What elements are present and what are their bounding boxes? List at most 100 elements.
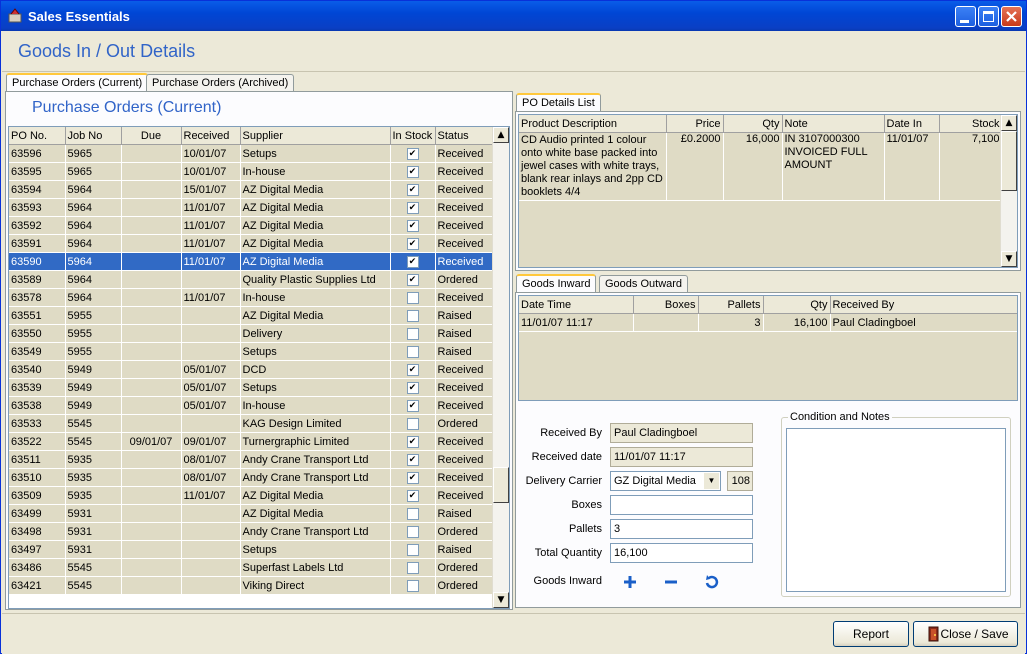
scroll-down-icon[interactable]: ▼	[1001, 251, 1017, 267]
in-stock-cell[interactable]	[390, 306, 436, 325]
table-row[interactable]: 63551 5955 AZ Digital Media Raised	[9, 306, 495, 325]
table-row[interactable]: 63550 5955 Delivery Raised	[9, 324, 495, 343]
report-button[interactable]: Report	[833, 621, 909, 647]
scroll-down-icon[interactable]: ▼	[493, 592, 509, 608]
col-header-boxes[interactable]: Boxes	[633, 296, 699, 314]
in-stock-checkbox[interactable]: ✔	[406, 453, 419, 466]
in-stock-cell[interactable]: ✔	[390, 180, 436, 199]
in-stock-checkbox[interactable]	[406, 561, 419, 574]
scroll-up-icon[interactable]: ▲	[1001, 115, 1017, 131]
in-stock-checkbox[interactable]: ✔	[406, 219, 419, 232]
tab-goods-inward[interactable]: Goods Inward	[516, 274, 597, 293]
in-stock-cell[interactable]	[390, 324, 436, 343]
tab-goods-outward[interactable]: Goods Outward	[599, 275, 689, 293]
table-row[interactable]: 63509 5935 11/01/07 AZ Digital Media ✔ Receiv…	[9, 486, 495, 505]
in-stock-checkbox[interactable]	[406, 345, 419, 358]
in-stock-cell[interactable]: ✔	[390, 486, 436, 505]
in-stock-checkbox[interactable]: ✔	[406, 471, 419, 484]
in-stock-checkbox[interactable]: ✔	[406, 363, 419, 376]
col-header-date-in[interactable]: Date In	[884, 115, 940, 133]
in-stock-checkbox[interactable]	[406, 417, 419, 430]
in-stock-cell[interactable]	[390, 540, 436, 559]
in-stock-cell[interactable]: ✔	[390, 432, 436, 451]
col-header-product-description[interactable]: Product Description	[519, 115, 667, 133]
boxes-input[interactable]	[610, 495, 753, 515]
table-row[interactable]: 63486 5545 Superfast Labels Ltd Ordered	[9, 558, 495, 577]
col-header-qty[interactable]: Qty	[723, 115, 783, 133]
col-header-job-no[interactable]: Job No	[65, 127, 122, 145]
scroll-up-icon[interactable]: ▲	[493, 127, 509, 143]
in-stock-checkbox[interactable]	[406, 543, 419, 556]
table-row[interactable]: 63540 5949 05/01/07 DCD ✔ Received	[9, 360, 495, 379]
grid-scrollbar[interactable]: ▲ ▼	[492, 127, 509, 608]
in-stock-cell[interactable]: ✔	[390, 144, 436, 163]
in-stock-checkbox[interactable]: ✔	[406, 399, 419, 412]
col-header-po-no[interactable]: PO No.	[9, 127, 66, 145]
in-stock-cell[interactable]	[390, 558, 436, 577]
in-stock-checkbox[interactable]	[406, 507, 419, 520]
table-row[interactable]: 63522 5545 09/01/07 09/01/07 Turnergraphic L…	[9, 432, 495, 451]
in-stock-checkbox[interactable]	[406, 291, 419, 304]
col-header-received-by[interactable]: Received By	[830, 296, 1017, 314]
add-icon[interactable]	[622, 574, 638, 590]
table-row[interactable]: 63538 5949 05/01/07 In-house ✔ Received	[9, 396, 495, 415]
in-stock-cell[interactable]: ✔	[390, 450, 436, 469]
in-stock-cell[interactable]	[390, 576, 436, 595]
in-stock-cell[interactable]	[390, 504, 436, 523]
col-header-date-time[interactable]: Date Time	[519, 296, 634, 314]
in-stock-checkbox[interactable]	[406, 525, 419, 538]
table-row[interactable]: 63498 5931 Andy Crane Transport Ltd Ordered	[9, 522, 495, 541]
minimize-button[interactable]	[955, 6, 976, 27]
in-stock-checkbox[interactable]	[406, 309, 419, 322]
in-stock-cell[interactable]	[390, 414, 436, 433]
col-header-in-stock[interactable]: In Stock	[390, 127, 436, 145]
table-row[interactable]: 63591 5964 11/01/07 AZ Digital Media ✔ Receiv…	[9, 234, 495, 253]
table-row[interactable]: 63578 5964 11/01/07 In-house Received	[9, 288, 495, 307]
table-row[interactable]: 63590 5964 11/01/07 AZ Digital Media ✔ Receiv…	[9, 252, 495, 271]
refresh-icon[interactable]	[704, 574, 720, 590]
in-stock-cell[interactable]	[390, 522, 436, 541]
maximize-button[interactable]	[978, 6, 999, 27]
col-header-note[interactable]: Note	[782, 115, 885, 133]
in-stock-cell[interactable]: ✔	[390, 270, 436, 289]
table-row[interactable]: 63596 5965 10/01/07 Setups ✔ Received	[9, 144, 495, 163]
table-row[interactable]: 11/01/07 11:17 3 16,100 Paul Cladingboel	[519, 313, 1017, 332]
in-stock-checkbox[interactable]: ✔	[406, 489, 419, 502]
col-header-stock[interactable]: Stock	[939, 115, 1003, 133]
col-header-qty[interactable]: Qty	[763, 296, 831, 314]
in-stock-checkbox[interactable]	[406, 579, 419, 592]
delivery-carrier-select[interactable]: GZ Digital Media ▼	[610, 471, 721, 491]
col-header-supplier[interactable]: Supplier	[240, 127, 391, 145]
table-row[interactable]: 63539 5949 05/01/07 Setups ✔ Received	[9, 378, 495, 397]
close-window-button[interactable]	[1001, 6, 1022, 27]
in-stock-checkbox[interactable]: ✔	[406, 147, 419, 160]
col-header-status[interactable]: Status	[435, 127, 495, 145]
chevron-down-icon[interactable]: ▼	[704, 473, 719, 489]
in-stock-checkbox[interactable]: ✔	[406, 237, 419, 250]
total-quantity-input[interactable]: 16,100	[610, 543, 753, 563]
col-header-pallets[interactable]: Pallets	[698, 296, 764, 314]
in-stock-cell[interactable]: ✔	[390, 468, 436, 487]
table-row[interactable]: 63510 5935 08/01/07 Andy Crane Transport Lt…	[9, 468, 495, 487]
in-stock-checkbox[interactable]: ✔	[406, 273, 419, 286]
condition-notes-textarea[interactable]	[786, 428, 1006, 592]
scroll-thumb[interactable]	[1001, 131, 1017, 191]
tab-purchase-orders-current[interactable]: Purchase Orders (Current)	[6, 73, 149, 92]
tab-purchase-orders-archived[interactable]: Purchase Orders (Archived)	[146, 74, 295, 92]
in-stock-cell[interactable]: ✔	[390, 378, 436, 397]
in-stock-cell[interactable]: ✔	[390, 252, 436, 271]
in-stock-cell[interactable]: ✔	[390, 162, 436, 181]
table-row[interactable]: 63549 5955 Setups Raised	[9, 342, 495, 361]
in-stock-checkbox[interactable]: ✔	[406, 201, 419, 214]
in-stock-checkbox[interactable]: ✔	[406, 165, 419, 178]
table-row[interactable]: 63497 5931 Setups Raised	[9, 540, 495, 559]
in-stock-cell[interactable]: ✔	[390, 360, 436, 379]
table-row[interactable]: 63511 5935 08/01/07 Andy Crane Transport Lt…	[9, 450, 495, 469]
in-stock-cell[interactable]	[390, 342, 436, 361]
col-header-price[interactable]: Price	[666, 115, 724, 133]
table-row[interactable]: 63421 5545 Viking Direct Ordered	[9, 576, 495, 595]
close-save-button[interactable]: Close / Save	[913, 621, 1018, 647]
in-stock-checkbox[interactable]	[406, 327, 419, 340]
in-stock-cell[interactable]: ✔	[390, 234, 436, 253]
details-scrollbar[interactable]: ▲ ▼	[1000, 115, 1017, 267]
